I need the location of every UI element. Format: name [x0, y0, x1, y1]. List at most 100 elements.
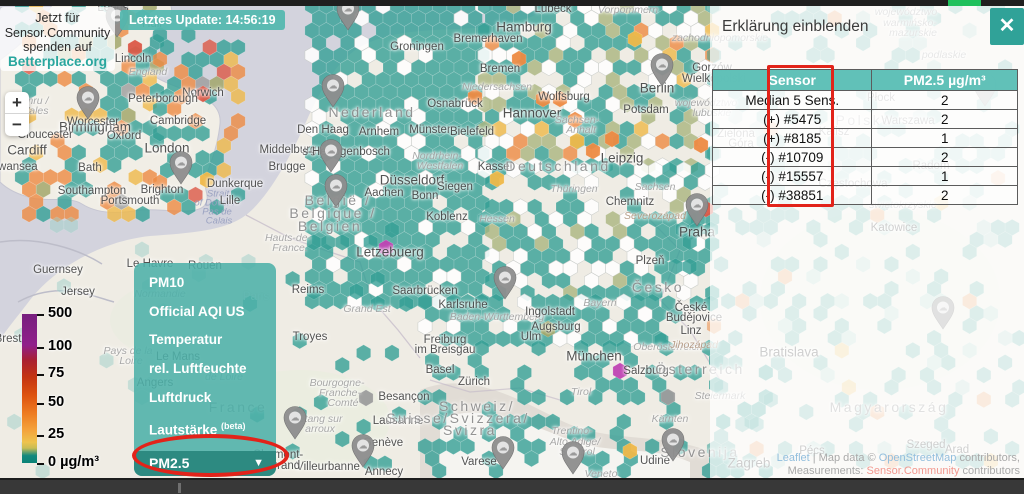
- legend-tick-label: 500: [48, 305, 72, 321]
- color-scale-legend: 5001007550250 µg/m³: [22, 314, 142, 464]
- sensor-id-cell[interactable]: (-) #15557: [713, 167, 872, 186]
- cloud-icon: ☁: [669, 435, 678, 445]
- donation-line: spenden auf: [0, 40, 115, 55]
- cloud-icon: ☁: [177, 158, 186, 168]
- attribution-line: Measurements: Sensor.Community contribut…: [777, 465, 1020, 478]
- sensor-value-cell: 1: [872, 167, 1018, 186]
- sensor-table-row: (-) #388512: [713, 186, 1018, 205]
- sensor-cluster-pin[interactable]: ☁: [562, 442, 584, 475]
- layer-option-pm25-selected[interactable]: PM2.5 ▼: [134, 451, 276, 476]
- cloud-icon: ☁: [332, 181, 341, 191]
- legend-tick-label: 75: [48, 365, 64, 381]
- legend-tick: [37, 435, 44, 437]
- sensor-cluster-pin[interactable]: ☁: [651, 54, 673, 87]
- attribution-text: contributors: [959, 465, 1020, 477]
- sensor-cluster-pin[interactable]: ☁: [77, 87, 99, 120]
- betterplace-link[interactable]: Betterplace.org: [0, 55, 115, 70]
- legend-tick: [37, 403, 44, 405]
- sensor-table-row: (+) #54752: [713, 110, 1018, 129]
- sensor-cluster-pin[interactable]: ☁: [325, 175, 347, 208]
- legend-tick-label: 25: [48, 426, 64, 442]
- sensor-cluster-pin[interactable]: ☁: [320, 140, 342, 173]
- cloud-icon: ☁: [693, 200, 702, 210]
- sensor-id-cell[interactable]: (-) #38851: [713, 186, 872, 205]
- sensor-cluster-pin[interactable]: ☁: [170, 152, 192, 185]
- sensor-id-cell[interactable]: Median 5 Sens.: [713, 91, 872, 110]
- sensor-table-row: (-) #107092: [713, 148, 1018, 167]
- link-text[interactable]: Leaflet: [777, 452, 810, 464]
- legend-tick: [37, 463, 44, 465]
- attribution-text: Measurements:: [788, 465, 867, 477]
- link-text[interactable]: OpenStreetMap: [879, 452, 957, 464]
- layer-option-rel-luftfeuchte[interactable]: rel. Luftfeuchte: [134, 355, 276, 384]
- zoom-out-button[interactable]: −: [5, 114, 29, 136]
- last-update-badge: Letztes Update: 14:56:19: [120, 10, 285, 30]
- brand-text[interactable]: Sensor.Community: [867, 465, 960, 477]
- browser-top-edge: [0, 0, 1024, 6]
- donation-line: Jetzt für: [0, 11, 115, 26]
- sensor-value-cell: 2: [872, 148, 1018, 167]
- close-icon[interactable]: ✕: [990, 8, 1024, 45]
- sensor-cluster-pin[interactable]: ☁: [492, 437, 514, 470]
- layer-option-lautst-rke[interactable]: Lautstärke (beta): [134, 412, 276, 441]
- sensor-value-cell: 2: [872, 186, 1018, 205]
- donation-line: Sensor.Community: [0, 26, 115, 41]
- sensor-table-row: (+) #81851: [713, 129, 1018, 148]
- value-column-header: PM2.5 µg/m³: [872, 70, 1018, 91]
- layer-option-temperatur[interactable]: Temperatur: [134, 326, 276, 355]
- sensor-value-cell: 2: [872, 110, 1018, 129]
- donation-box: Jetzt für Sensor.Community spenden auf B…: [0, 7, 115, 71]
- layer-option-official-aqi-us[interactable]: Official AQI US: [134, 298, 276, 327]
- sensor-table: Sensor PM2.5 µg/m³ Median 5 Sens.2(+) #5…: [712, 69, 1018, 205]
- app-window: LeedsHullLincolnNorwichPeterboroughBirmi…: [0, 0, 1024, 494]
- attribution-line: Leaflet | Map data © OpenStreetMap contr…: [777, 452, 1020, 465]
- layer-select-menu: PM10 Official AQI US Temperatur rel. Luf…: [134, 263, 276, 476]
- sensor-id-cell[interactable]: (-) #10709: [713, 148, 872, 167]
- sensor-value-cell: 1: [872, 129, 1018, 148]
- legend-tick: [37, 374, 44, 376]
- cloud-icon: ☁: [499, 443, 508, 453]
- selected-layer-label: PM2.5: [149, 455, 189, 471]
- legend-tick-label: 100: [48, 338, 72, 354]
- sensor-table-row: (-) #155571: [713, 167, 1018, 186]
- sensor-table-header-row: Sensor PM2.5 µg/m³: [713, 70, 1018, 91]
- legend-gradient-bar: [22, 314, 37, 463]
- layer-menu-items: PM10 Official AQI US Temperatur rel. Luf…: [134, 269, 276, 441]
- layer-option-luftdruck[interactable]: Luftdruck: [134, 384, 276, 413]
- taskbar-strip: [0, 478, 1024, 494]
- sensor-value-cell: 2: [872, 91, 1018, 110]
- chevron-down-icon: ▼: [253, 451, 264, 476]
- cloud-icon: ☁: [569, 448, 578, 458]
- sensor-cluster-pin[interactable]: ☁: [352, 435, 374, 468]
- sensor-cluster-pin[interactable]: ☁: [686, 194, 708, 227]
- cloud-icon: ☁: [291, 413, 300, 423]
- cloud-icon: ☁: [359, 441, 368, 451]
- cloud-icon: ☁: [329, 81, 338, 91]
- panel-toggle-title[interactable]: Erklärung einblenden: [722, 18, 869, 36]
- legend-tick-label: 50: [48, 395, 64, 411]
- cloud-icon: ☁: [501, 273, 510, 283]
- sensor-table-row: Median 5 Sens.2: [713, 91, 1018, 110]
- map-attribution: Leaflet | Map data © OpenStreetMap contr…: [777, 452, 1020, 477]
- layer-option-pm10[interactable]: PM10: [134, 269, 276, 298]
- map-zoom-control: + −: [5, 92, 29, 136]
- legend-tick: [37, 347, 44, 349]
- top-bar-green-indicator: [948, 0, 981, 6]
- sensor-id-cell[interactable]: (+) #5475: [713, 110, 872, 129]
- cloud-icon: ☁: [84, 93, 93, 103]
- sensor-column-header: Sensor: [713, 70, 872, 91]
- zoom-in-button[interactable]: +: [5, 92, 29, 114]
- sensor-cluster-pin[interactable]: ☁: [284, 407, 306, 440]
- sensor-id-cell[interactable]: (+) #8185: [713, 129, 872, 148]
- beta-tag: (beta): [221, 421, 246, 431]
- sensor-cluster-pin[interactable]: ☁: [494, 267, 516, 300]
- cloud-icon: ☁: [658, 60, 667, 70]
- legend-tick-label: 0 µg/m³: [48, 454, 99, 470]
- cloud-icon: ☁: [327, 146, 336, 156]
- sensor-cluster-pin[interactable]: ☁: [322, 75, 344, 108]
- legend-tick: [37, 314, 44, 316]
- attribution-text: contributors,: [956, 452, 1020, 464]
- sensor-cluster-pin[interactable]: ☁: [662, 429, 684, 462]
- taskbar-tick: [178, 483, 181, 493]
- attribution-text: | Map data ©: [810, 452, 879, 464]
